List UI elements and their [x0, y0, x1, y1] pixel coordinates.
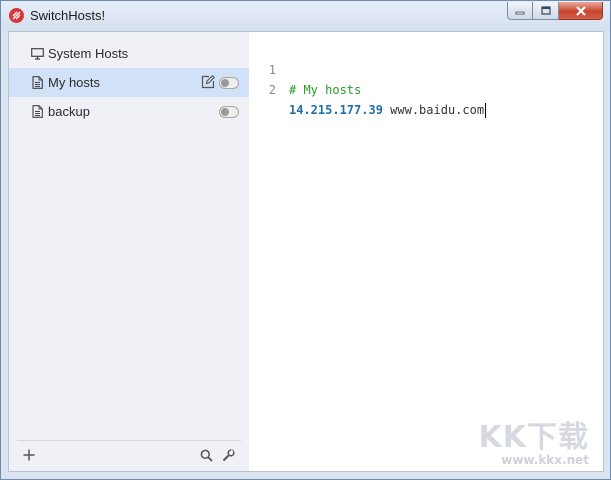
app-logo-icon	[9, 8, 24, 23]
watermark-logo: KK下载	[478, 420, 589, 455]
client-area: System Hosts My hosts backup 1 # My host…	[8, 31, 604, 472]
app-window: SwitchHosts! System Hosts My hosts backu…	[0, 0, 611, 480]
enable-toggle[interactable]	[219, 106, 239, 118]
window-title: SwitchHosts!	[30, 8, 106, 23]
hosts-editor[interactable]: 1 # My hosts 2 14.215.177.39 www.baidu.c…	[250, 32, 603, 471]
watermark: KK下载 www.kkx.net	[478, 420, 590, 468]
host-item-my-hosts[interactable]: My hosts	[9, 68, 249, 97]
enable-toggle[interactable]	[219, 77, 239, 89]
host-item-label: System Hosts	[48, 46, 129, 61]
title-bar[interactable]: SwitchHosts!	[1, 1, 610, 31]
maximize-button[interactable]	[533, 2, 559, 20]
close-button[interactable]	[559, 2, 603, 20]
code-text: 14.215.177.39 www.baidu.com	[289, 100, 487, 120]
host-item-backup[interactable]: backup	[9, 97, 249, 126]
hosts-list: System Hosts My hosts backup	[9, 39, 249, 126]
editor-line: 1 # My hosts	[250, 40, 361, 97]
text-cursor	[485, 103, 487, 118]
sidebar-footer	[17, 440, 241, 471]
file-icon	[30, 76, 44, 90]
host-item-system-hosts[interactable]: System Hosts	[9, 39, 249, 68]
plus-icon[interactable]	[22, 448, 36, 462]
minimize-button[interactable]	[507, 2, 533, 20]
edit-icon[interactable]	[201, 75, 215, 89]
ip-address: 14.215.177.39	[289, 103, 383, 117]
hostname: www.baidu.com	[390, 103, 485, 117]
toggle-knob	[221, 108, 229, 116]
editor-line: 2 14.215.177.39 www.baidu.com	[250, 60, 487, 118]
wrench-icon[interactable]	[222, 449, 235, 462]
toggle-knob	[221, 79, 229, 87]
close-icon	[575, 5, 586, 16]
sidebar: System Hosts My hosts backup	[9, 32, 249, 471]
host-item-label: backup	[48, 104, 90, 119]
host-item-label: My hosts	[48, 75, 101, 90]
minimize-icon	[515, 11, 525, 14]
window-controls	[507, 2, 603, 21]
file-icon	[30, 105, 44, 119]
watermark-url: www.kkx.net	[501, 453, 589, 467]
monitor-icon	[30, 47, 44, 61]
search-icon[interactable]	[200, 449, 213, 462]
maximize-icon	[540, 6, 551, 15]
line-number: 2	[268, 83, 276, 97]
